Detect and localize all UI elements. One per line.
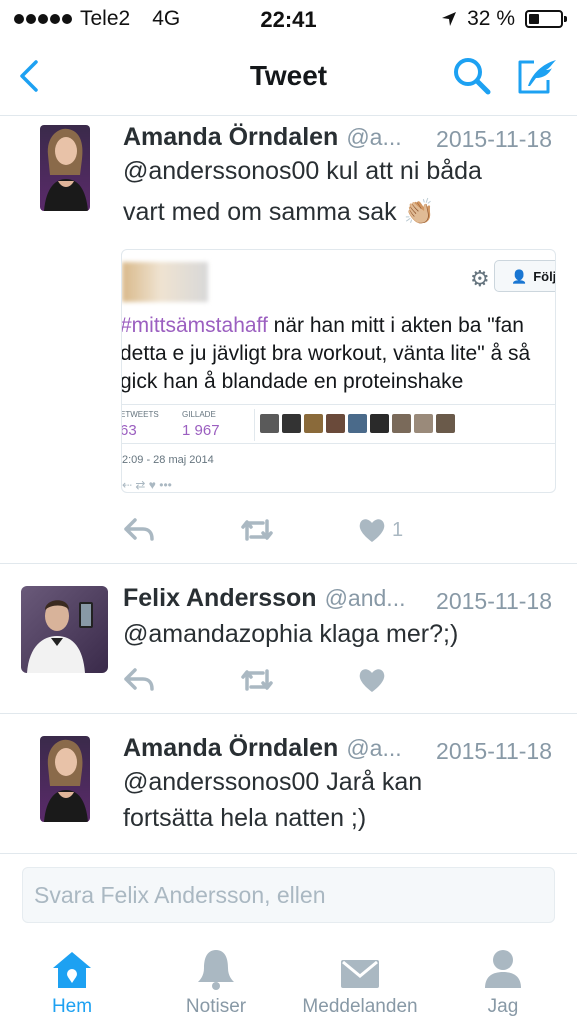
tab-messages[interactable]: Meddelanden [292, 946, 428, 1018]
likes-label: GILLADE [182, 410, 216, 419]
reply-button[interactable] [123, 517, 155, 543]
author-name[interactable]: Amanda Örndalen [123, 734, 338, 763]
avatar-photo [40, 125, 90, 211]
tweet-text-line: vart med om samma sak 👏🏼 [123, 198, 435, 226]
reply-icon [124, 518, 154, 541]
author-name[interactable]: Amanda Örndalen [123, 123, 338, 152]
tweet-text-line: @amandazophia klaga mer?;) [123, 620, 459, 648]
embedded-text-line: när han mitt i akten ba "fan [267, 314, 524, 337]
envelope-icon [341, 960, 379, 988]
liker-avatars [260, 414, 455, 433]
status-bar: Tele2 4G 22:41 32 % [0, 0, 577, 40]
battery-fill [529, 14, 539, 24]
bell-icon [198, 950, 234, 990]
embedded-tweet-text: #mittsämstahaff när han mitt i akten ba … [121, 312, 555, 396]
like-count: 1 [392, 518, 404, 541]
nav-bar: Tweet [0, 40, 577, 116]
retweets-label: ETWEETS [121, 410, 159, 419]
tweet-date: 2015-11-18 [436, 738, 552, 764]
reply-input[interactable] [22, 867, 555, 923]
follow-button: 👤 Följ [494, 260, 556, 292]
heart-icon [359, 519, 385, 542]
like-button[interactable] [358, 667, 386, 693]
embedded-actions: ⇠ ⇄ ♥ ••• [122, 478, 172, 492]
search-icon [454, 58, 491, 95]
likes-value: 1 967 [182, 422, 220, 439]
battery-percentage: 32 % [467, 7, 515, 30]
tweet[interactable]: Felix Andersson @and... 2015-11-18 @aman… [0, 564, 577, 714]
avatar[interactable] [40, 736, 90, 822]
search-button[interactable] [450, 54, 494, 98]
retweet-icon [241, 519, 273, 541]
add-person-icon: 👤 [511, 269, 528, 284]
tweet-text-line: fortsätta hela natten ;) [123, 804, 367, 832]
tweet-header: Felix Andersson @and... [123, 584, 405, 613]
author-name[interactable]: Felix Andersson [123, 584, 317, 613]
attached-image[interactable]: ⚙ 👤 Följ #mittsämstahaff när han mitt i a… [121, 249, 556, 493]
compose-tweet-icon [518, 60, 556, 94]
tab-home[interactable]: Hem [32, 946, 112, 1018]
tweet-text-line: @anderssonos00 Jarå kan [123, 768, 423, 796]
heart-icon [359, 669, 385, 692]
reply-icon [124, 668, 154, 691]
retweets-value: 63 [121, 422, 137, 439]
avatar-photo [21, 586, 108, 673]
avatar[interactable] [21, 586, 108, 673]
embedded-timestamp: 2:09 - 28 maj 2014 [122, 454, 214, 466]
embedded-text-line: detta e ju jävligt bra workout, vänta li… [121, 342, 531, 365]
author-handle[interactable]: @a... [346, 124, 401, 151]
tweet-text: @anderssonos00 Jarå kan fortsätta hela n… [123, 764, 543, 836]
retweet-button[interactable] [239, 667, 275, 693]
hashtag: #mittsämstahaff [121, 314, 268, 337]
tab-label: Hem [51, 996, 93, 1017]
tweet-date: 2015-11-18 [436, 588, 552, 614]
embedded-text-line: gick han å blandade en proteinshake [121, 370, 464, 393]
tab-label: Meddelanden [302, 996, 418, 1017]
location-arrow-icon [442, 12, 457, 26]
author-handle[interactable]: @and... [325, 585, 406, 612]
person-icon [485, 950, 521, 988]
tweet-text: @anderssonos00 kul att ni båda vart med … [123, 151, 543, 233]
reply-button[interactable] [123, 667, 155, 693]
retweet-button[interactable] [239, 517, 275, 543]
tweet-date: 2015-11-18 [436, 126, 552, 152]
gear-icon: ⚙ [470, 266, 490, 291]
tweet-header: Amanda Örndalen @a... [123, 123, 402, 152]
compose-button[interactable] [514, 54, 560, 98]
status-right: 32 % [441, 7, 567, 31]
like-button[interactable]: 1 [358, 517, 403, 543]
tweet-text: @amandazophia klaga mer?;) [123, 614, 543, 655]
embedded-stats: ETWEETS 63 GILLADE 1 967 [121, 404, 555, 444]
tweet-text-line: @anderssonos00 kul att ni båda [123, 157, 482, 185]
stats-divider [254, 409, 255, 441]
blurred-profile [122, 262, 208, 302]
tab-me[interactable]: Jag [468, 946, 538, 1018]
tab-label: Notiser [185, 996, 247, 1017]
tweet[interactable]: Amanda Örndalen @a... 2015-11-18 @anders… [0, 714, 577, 854]
retweet-icon [241, 669, 273, 691]
follow-label: Följ [533, 269, 556, 284]
tweet-header: Amanda Örndalen @a... [123, 734, 402, 763]
reply-bar [0, 854, 577, 942]
avatar-photo [40, 736, 90, 822]
battery-icon [525, 10, 567, 28]
tab-bar: Hem Notiser Meddelanden Jag [0, 942, 577, 1024]
tab-label: Jag [487, 996, 519, 1017]
author-handle[interactable]: @a... [346, 735, 401, 762]
tab-notifications[interactable]: Notiser [170, 946, 262, 1018]
home-icon [53, 952, 91, 988]
avatar[interactable] [40, 125, 90, 211]
tweet[interactable]: Amanda Örndalen @a... 2015-11-18 @anders… [0, 117, 577, 564]
